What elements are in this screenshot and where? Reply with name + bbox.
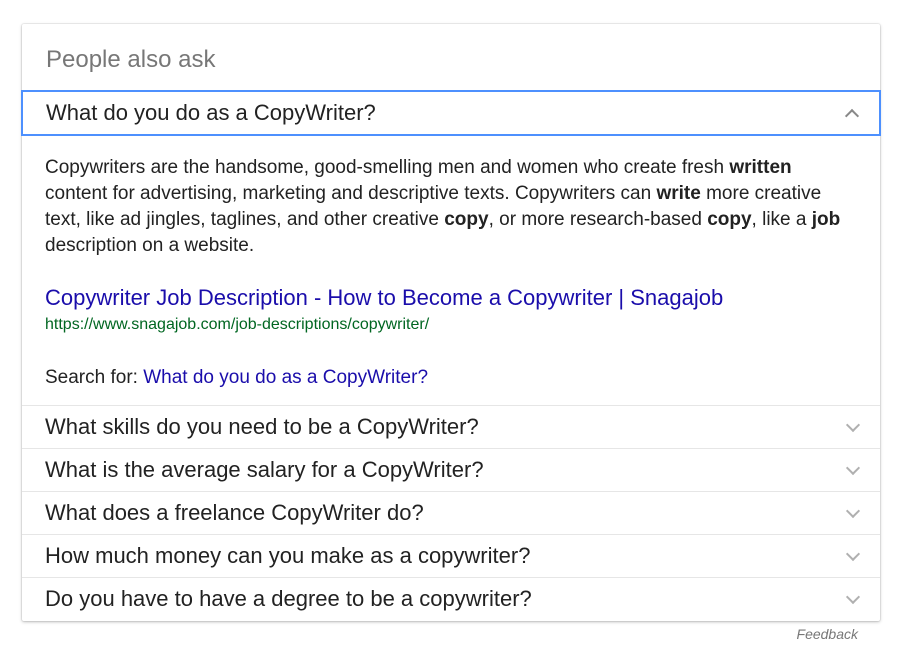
question-row[interactable]: Do you have to have a degree to be a cop… xyxy=(22,577,880,620)
answer-bold-term: written xyxy=(729,157,792,178)
chevron-down-icon[interactable] xyxy=(845,460,861,476)
question-row[interactable]: How much money can you make as a copywri… xyxy=(22,534,880,577)
expanded-question-text: What do you do as a CopyWriter? xyxy=(46,100,376,125)
question-text: What is the average salary for a CopyWri… xyxy=(45,457,484,482)
search-for-label: Search for: xyxy=(45,367,144,388)
section-title: People also ask xyxy=(46,46,216,73)
question-row[interactable]: What skills do you need to be a CopyWrit… xyxy=(22,405,880,448)
answer-text: Copywriters are the handsome, good-smell… xyxy=(45,157,730,178)
question-text: What skills do you need to be a CopyWrit… xyxy=(45,414,479,439)
feedback-link[interactable]: Feedback xyxy=(797,626,858,642)
question-text: Do you have to have a degree to be a cop… xyxy=(45,586,532,611)
chevron-down-icon[interactable] xyxy=(845,503,861,519)
chevron-down-icon[interactable] xyxy=(845,589,861,605)
question-list: What skills do you need to be a CopyWrit… xyxy=(22,405,880,620)
question-text: How much money can you make as a copywri… xyxy=(45,543,531,568)
answer-text: description on a website. xyxy=(45,235,255,256)
search-for-link[interactable]: What do you do as a CopyWriter? xyxy=(143,367,428,388)
answer-text: , like a xyxy=(751,209,812,230)
question-row[interactable]: What is the average salary for a CopyWri… xyxy=(22,448,880,491)
chevron-up-icon[interactable] xyxy=(844,108,860,124)
answer-bold-term: copy xyxy=(707,209,752,230)
search-for-line: Search for: What do you do as a CopyWrit… xyxy=(45,365,428,391)
result-title-link[interactable]: Copywriter Job Description - How to Beco… xyxy=(45,284,723,312)
answer-text: , or more research-based xyxy=(488,209,708,230)
people-also-ask-card: People also ask What do you do as a Copy… xyxy=(21,24,881,621)
question-text: What does a freelance CopyWriter do? xyxy=(45,500,424,525)
answer-snippet: Copywriters are the handsome, good-smell… xyxy=(45,155,845,259)
chevron-down-icon[interactable] xyxy=(845,546,861,562)
expanded-question[interactable]: What do you do as a CopyWriter? xyxy=(21,90,881,136)
answer-bold-term: write xyxy=(656,183,701,204)
answer-bold-term: job xyxy=(811,209,841,230)
result-url: https://www.snagajob.com/job-description… xyxy=(45,316,430,333)
question-row[interactable]: What does a freelance CopyWriter do? xyxy=(22,491,880,534)
chevron-down-icon[interactable] xyxy=(845,417,861,433)
answer-bold-term: copy xyxy=(444,209,489,230)
answer-text: content for advertising, marketing and d… xyxy=(45,183,657,204)
